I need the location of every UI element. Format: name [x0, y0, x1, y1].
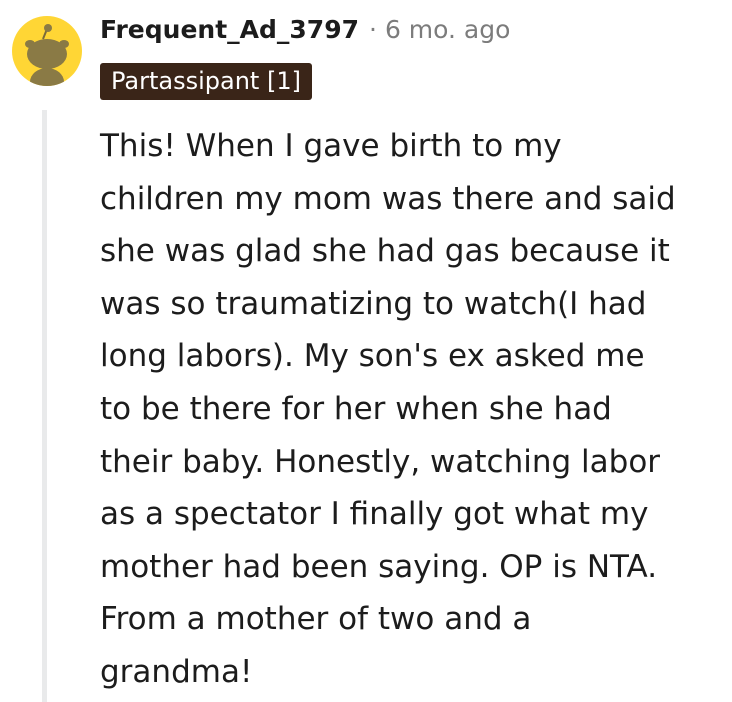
comment-body: This! When I gave birth to my children m…: [100, 120, 725, 699]
comment-body-line: mother had been saying. OP is NTA.: [100, 548, 658, 585]
comment-body-line: children my mom was there and said: [100, 180, 676, 217]
comment-body-line: From a mother of two and a: [100, 601, 532, 638]
comment-timestamp[interactable]: 6 mo. ago: [385, 15, 510, 44]
comment-body-line: she was glad she had gas because it: [100, 233, 670, 270]
comment-body-line: to be there for her when she had: [100, 390, 612, 427]
comment-body-line: This! When I gave birth to my: [100, 128, 562, 164]
user-flair-badge: Partassipant [1]: [100, 63, 312, 100]
user-avatar-icon[interactable]: [12, 16, 82, 86]
snoo-avatar-icon: [25, 24, 69, 86]
thread-collapse-line[interactable]: [42, 110, 47, 702]
meta-separator: ·: [368, 14, 377, 44]
comment-body-line: as a spectator I finally got what my: [100, 496, 649, 533]
comment-author[interactable]: Frequent_Ad_3797: [100, 15, 359, 44]
comment-header: Frequent_Ad_3797 · 6 mo. ago: [100, 12, 510, 46]
comment-body-line: long labors). My son's ex asked me: [100, 338, 645, 375]
comment-body-line: grandma!: [100, 653, 253, 690]
comment-body-line: was so traumatizing to watch(I had: [100, 285, 647, 322]
comment-body-line: their baby. Honestly, watching labor: [100, 443, 661, 480]
